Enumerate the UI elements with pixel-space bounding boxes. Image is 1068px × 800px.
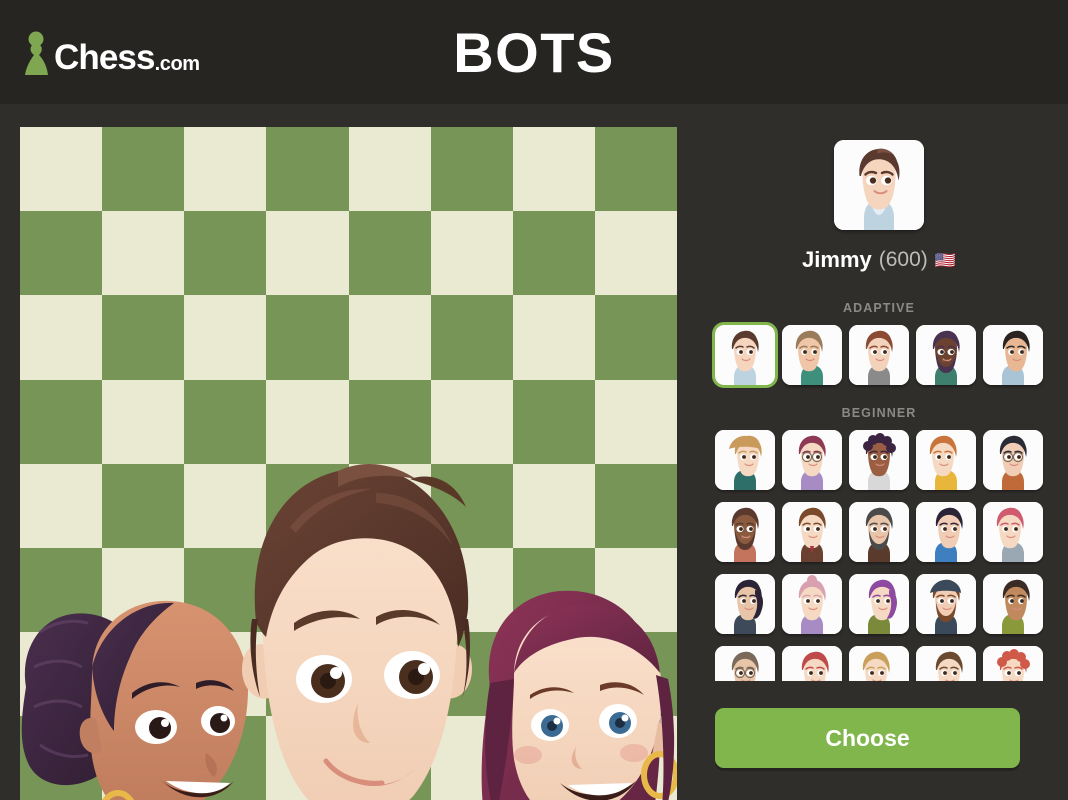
- selected-bot-avatar: [834, 140, 924, 230]
- bot-avatar[interactable]: [715, 646, 775, 681]
- bot-avatar[interactable]: [916, 646, 976, 681]
- beginner-bot-scroll-area[interactable]: [715, 430, 1053, 681]
- character-center-jimmy: [242, 464, 472, 800]
- bot-avatar[interactable]: [849, 430, 909, 490]
- bot-avatar[interactable]: [715, 430, 775, 490]
- selected-bot-name-row: Jimmy (600) 🇺🇸: [802, 247, 956, 273]
- bot-avatar[interactable]: [782, 574, 842, 634]
- choose-button[interactable]: Choose: [715, 708, 1020, 768]
- bot-avatar[interactable]: [782, 430, 842, 490]
- bot-avatar[interactable]: [983, 502, 1043, 562]
- bot-avatar[interactable]: [983, 325, 1043, 385]
- bot-avatar[interactable]: [715, 574, 775, 634]
- bot-avatar[interactable]: [916, 574, 976, 634]
- bot-avatar[interactable]: [849, 574, 909, 634]
- bot-avatar[interactable]: [782, 325, 842, 385]
- beginner-bot-grid[interactable]: [715, 430, 1043, 681]
- bot-avatar[interactable]: [782, 646, 842, 681]
- bot-selection-panel: Jimmy (600) 🇺🇸 ADAPTIVE BEGINNER Choose: [690, 104, 1068, 800]
- bot-avatar[interactable]: [715, 502, 775, 562]
- adaptive-bot-row[interactable]: [712, 322, 1043, 388]
- bot-avatar[interactable]: [849, 502, 909, 562]
- section-label-beginner: BEGINNER: [841, 406, 917, 420]
- bot-avatar[interactable]: [983, 646, 1043, 681]
- bot-avatar[interactable]: [782, 502, 842, 562]
- bots-character-artwork: [20, 127, 677, 800]
- character-left: [21, 600, 248, 800]
- page-title: BOTS: [453, 20, 615, 84]
- bot-avatar[interactable]: [849, 325, 909, 385]
- bots-screen: Chess .com BOTS Jimmy (600) 🇺🇸 ADAPTIVE …: [0, 0, 1068, 800]
- united-states-flag-icon: 🇺🇸: [934, 250, 956, 270]
- bot-avatar[interactable]: [983, 430, 1043, 490]
- bot-avatar[interactable]: [849, 646, 909, 681]
- bot-avatar[interactable]: [983, 574, 1043, 634]
- app-header: Chess .com BOTS: [0, 0, 1068, 104]
- selected-bot-summary: Jimmy (600) 🇺🇸: [690, 140, 1068, 273]
- bot-avatar[interactable]: [916, 502, 976, 562]
- chessboard-illustration: [20, 127, 677, 800]
- bot-avatar[interactable]: [916, 325, 976, 385]
- bot-avatar-selected[interactable]: [712, 322, 778, 388]
- bot-avatar[interactable]: [916, 430, 976, 490]
- section-label-adaptive: ADAPTIVE: [842, 301, 915, 315]
- selected-bot-rating: (600): [878, 248, 928, 271]
- selected-bot-name: Jimmy: [802, 247, 872, 272]
- character-right: [481, 590, 677, 800]
